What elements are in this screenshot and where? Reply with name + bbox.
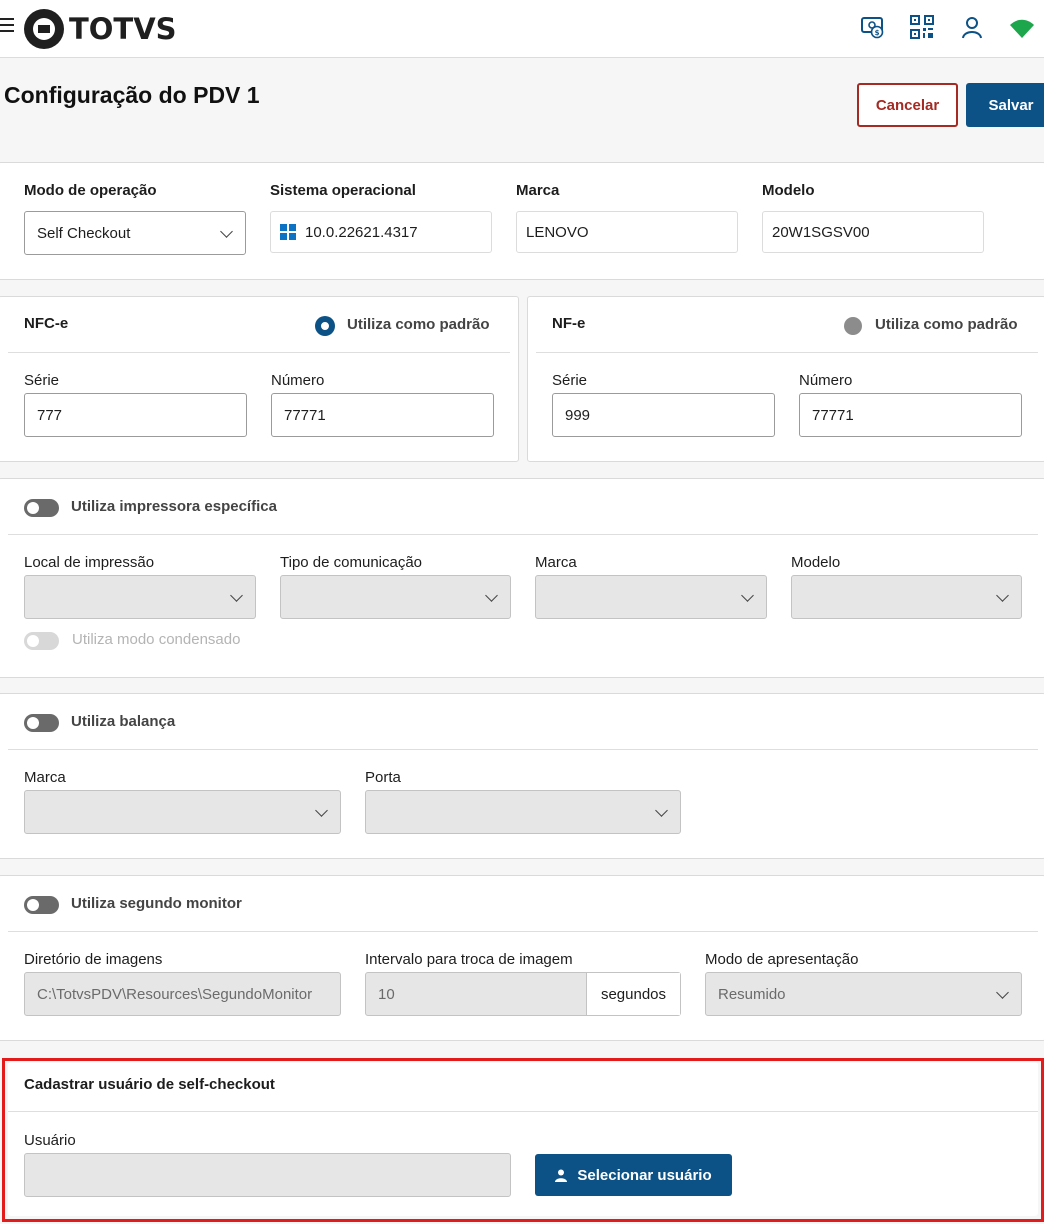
- brand-field: LENOVO: [516, 211, 738, 253]
- chevron-down-icon: [230, 589, 243, 602]
- os-label: Sistema operacional: [270, 182, 416, 199]
- monitor-dir-input[interactable]: C:\TotvsPDV\Resources\SegundoMonitor: [24, 972, 341, 1016]
- scale-port-select[interactable]: [365, 790, 681, 834]
- printer-toggle-label: Utiliza impressora específica: [71, 498, 277, 515]
- monitor-divider: [8, 931, 1038, 932]
- condensed-toggle[interactable]: [24, 632, 59, 650]
- monitor-mode-value: Resumido: [718, 985, 786, 1003]
- nfe-default-label: Utiliza como padrão: [875, 316, 1018, 333]
- qr-code-icon[interactable]: [909, 14, 935, 40]
- logo-text: TOTVS: [69, 12, 177, 46]
- mode-label: Modo de operação: [24, 182, 157, 199]
- nfe-divider: [536, 352, 1038, 353]
- printer-brand-label: Marca: [535, 554, 577, 571]
- mode-select[interactable]: Self Checkout: [24, 211, 246, 255]
- scale-brand-select[interactable]: [24, 790, 341, 834]
- nfce-default-label: Utiliza como padrão: [347, 316, 490, 333]
- nfce-numero-input[interactable]: 77771: [271, 393, 494, 437]
- monitor-mode-label: Modo de apresentação: [705, 951, 859, 968]
- nfce-serie-label: Série: [24, 372, 60, 389]
- model-label: Modelo: [762, 182, 815, 199]
- printer-comm-label: Tipo de comunicação: [280, 554, 423, 571]
- scale-toggle[interactable]: [24, 714, 59, 732]
- svg-text:$: $: [875, 29, 880, 37]
- monitor-interval-input[interactable]: 10 segundos: [365, 972, 681, 1016]
- brand-label: Marca: [516, 182, 560, 199]
- nfce-title: NFC-e: [24, 315, 69, 332]
- monitor-interval-value: 10: [378, 985, 395, 1003]
- chevron-down-icon: [655, 804, 668, 817]
- printer-local-select[interactable]: [24, 575, 256, 619]
- scale-port-label: Porta: [365, 769, 401, 786]
- save-button[interactable]: Salvar: [966, 83, 1044, 127]
- nfe-title: NF-e: [552, 315, 586, 332]
- brand-value: LENOVO: [526, 223, 589, 241]
- chevron-down-icon: [996, 986, 1009, 999]
- cancel-button[interactable]: Cancelar: [857, 83, 958, 127]
- os-value: 10.0.22621.4317: [305, 223, 418, 241]
- monitor-dir-value: C:\TotvsPDV\Resources\SegundoMonitor: [37, 985, 313, 1003]
- printer-local-label: Local de impressão: [24, 554, 155, 571]
- totvs-logo[interactable]: TOTVS: [24, 9, 177, 49]
- totvs-logo-mark: [24, 9, 64, 49]
- printer-divider: [8, 534, 1038, 535]
- menu-icon[interactable]: [0, 18, 14, 34]
- scale-toggle-label: Utiliza balança: [71, 713, 176, 730]
- scale-divider: [8, 749, 1038, 750]
- money-sync-icon[interactable]: $: [860, 14, 886, 40]
- mode-value: Self Checkout: [37, 224, 131, 242]
- model-field: 20W1SGSV00: [762, 211, 984, 253]
- printer-brand-select[interactable]: [535, 575, 767, 619]
- printer-comm-select[interactable]: [280, 575, 511, 619]
- nfce-numero-value: 77771: [284, 406, 326, 424]
- nfe-numero-label: Número: [799, 372, 853, 389]
- chevron-down-icon: [996, 589, 1009, 602]
- nfe-default-radio[interactable]: [844, 317, 862, 335]
- nfce-serie-value: 777: [37, 406, 63, 424]
- chevron-down-icon: [485, 589, 498, 602]
- nfe-serie-label: Série: [552, 372, 588, 389]
- scale-brand-label: Marca: [24, 769, 66, 786]
- page-title: Configuração do PDV 1: [4, 82, 260, 108]
- nfce-numero-label: Número: [271, 372, 325, 389]
- monitor-dir-label: Diretório de imagens: [24, 951, 163, 968]
- condensed-label: Utiliza modo condensado: [72, 631, 241, 648]
- wifi-icon[interactable]: [1009, 17, 1035, 43]
- os-field: 10.0.22621.4317: [270, 211, 492, 253]
- nfce-divider: [8, 352, 510, 353]
- nfe-numero-value: 77771: [812, 406, 854, 424]
- printer-model-select[interactable]: [791, 575, 1022, 619]
- nfe-serie-value: 999: [565, 406, 591, 424]
- model-value: 20W1SGSV00: [772, 223, 870, 241]
- monitor-mode-select[interactable]: Resumido: [705, 972, 1022, 1016]
- monitor-toggle-label: Utiliza segundo monitor: [71, 895, 242, 912]
- monitor-toggle[interactable]: [24, 896, 59, 914]
- nfce-default-radio[interactable]: [316, 317, 334, 335]
- nfe-serie-input[interactable]: 999: [552, 393, 775, 437]
- monitor-interval-label: Intervalo para troca de imagem: [365, 951, 573, 968]
- monitor-interval-unit: segundos: [586, 973, 680, 1015]
- printer-model-label: Modelo: [791, 554, 841, 571]
- printer-toggle[interactable]: [24, 499, 59, 517]
- chevron-down-icon: [315, 804, 328, 817]
- windows-icon: [280, 224, 296, 240]
- nfce-serie-input[interactable]: 777: [24, 393, 247, 437]
- top-bar: TOTVS $: [0, 0, 1044, 58]
- user-icon[interactable]: [959, 14, 985, 40]
- highlight-frame: [2, 1058, 1044, 1222]
- chevron-down-icon: [741, 589, 754, 602]
- nfe-numero-input[interactable]: 77771: [799, 393, 1022, 437]
- chevron-down-icon: [220, 225, 233, 238]
